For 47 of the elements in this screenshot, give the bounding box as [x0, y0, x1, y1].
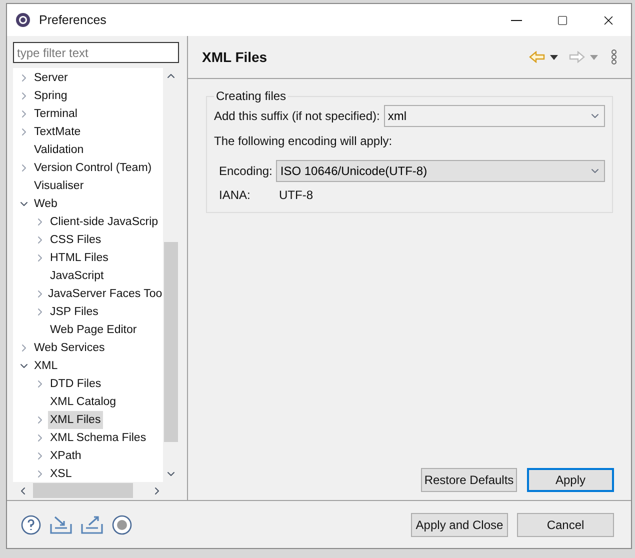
- dialog-button[interactable]: Apply: [527, 468, 614, 492]
- tree-item[interactable]: JavaServer Faces Too: [46, 285, 164, 303]
- filter-field[interactable]: type filter text: [13, 42, 179, 63]
- dialog-button[interactable]: Restore Defaults: [421, 468, 517, 492]
- tree-item[interactable]: Validation: [32, 141, 86, 159]
- tree-item[interactable]: XPath: [48, 447, 84, 465]
- group-title: Creating files: [215, 88, 288, 105]
- tree-item[interactable]: JavaScript: [48, 267, 106, 285]
- page-title: XML Files: [202, 48, 268, 66]
- tree-item[interactable]: Visualiser: [32, 177, 86, 195]
- tree-item[interactable]: Server: [32, 69, 70, 87]
- encoding-dropdown[interactable]: ISO 10646/Unicode(UTF-8): [276, 160, 605, 182]
- tree-item[interactable]: XML: [32, 357, 60, 375]
- help-icon[interactable]: [21, 514, 41, 534]
- tree-item[interactable]: Web Page Editor: [48, 321, 139, 339]
- dialog-button[interactable]: Cancel: [517, 512, 614, 536]
- tree-item[interactable]: Web Services: [32, 339, 107, 357]
- tree-item[interactable]: XML Catalog: [48, 393, 118, 411]
- dialog-button[interactable]: Apply and Close: [411, 512, 508, 536]
- forward-arrow-icon[interactable]: [569, 51, 585, 63]
- back-arrow-icon[interactable]: [529, 51, 545, 63]
- tree-item[interactable]: XSL: [48, 465, 74, 483]
- tree-item[interactable]: Client-side JavaScrip: [48, 213, 160, 231]
- suffix-dropdown[interactable]: xml: [384, 105, 605, 127]
- tree-item[interactable]: Spring: [32, 87, 70, 105]
- tree-item[interactable]: HTML Files: [48, 249, 110, 267]
- encoding-label: Encoding:: [219, 163, 272, 180]
- tree-item[interactable]: CSS Files: [48, 231, 104, 249]
- tree-item[interactable]: Terminal: [32, 105, 80, 123]
- iana-value: UTF-8: [279, 187, 313, 204]
- export-icon[interactable]: [81, 516, 103, 534]
- tree-item[interactable]: JSP Files: [48, 303, 100, 321]
- tree-item[interactable]: XML Schema Files: [48, 429, 148, 447]
- suffix-label: Add this suffix (if not specified):: [214, 108, 380, 125]
- more-icon[interactable]: [611, 49, 617, 65]
- tree-item[interactable]: Web: [32, 195, 60, 213]
- window-title: Preferences: [39, 12, 106, 29]
- maximize-icon: [556, 14, 568, 26]
- iana-label: IANA:: [219, 187, 252, 204]
- dropdown-icon[interactable]: [550, 54, 558, 60]
- tree-item[interactable]: Version Control (Team): [32, 159, 154, 177]
- record-icon[interactable]: [112, 514, 132, 534]
- tree-item[interactable]: DTD Files: [48, 375, 104, 393]
- tree-item[interactable]: XML Files: [48, 411, 103, 429]
- import-icon[interactable]: [50, 516, 72, 534]
- encoding-note: The following encoding will apply:: [214, 133, 394, 150]
- tree-item[interactable]: TextMate: [32, 123, 83, 141]
